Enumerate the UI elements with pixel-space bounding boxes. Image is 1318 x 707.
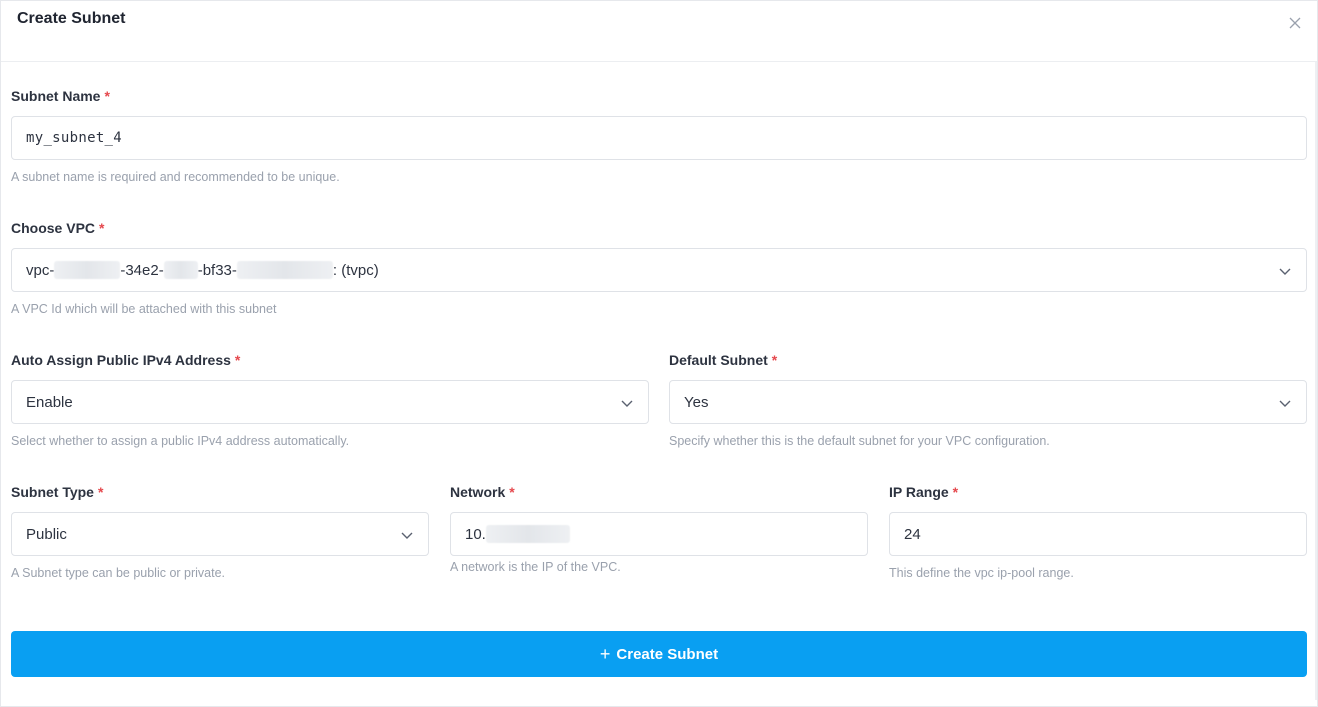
chevron-down-icon [1279, 400, 1291, 407]
required-mark: * [97, 484, 104, 500]
ip-range-label: IP Range * [889, 484, 959, 500]
subnet-name-field: Subnet Name * my_subnet_4 A subnet name i… [11, 86, 1307, 184]
create-subnet-button-label: Create Subnet [616, 645, 719, 663]
subnet-name-value: my_subnet_4 [26, 130, 123, 146]
default-subnet-field: Default Subnet * Yes Specify whether this… [669, 350, 1307, 448]
network-input[interactable]: 10. [450, 512, 868, 556]
auto-assign-label: Auto Assign Public IPv4 Address * [11, 352, 241, 368]
vpc-value-part-2: -34e2- [120, 261, 164, 279]
subnet-type-select[interactable]: Public [11, 512, 429, 556]
ip-range-input[interactable]: 24 [889, 512, 1307, 556]
vpc-select[interactable]: vpc- -34e2- -bf33- : (tvpc) [11, 248, 1307, 292]
ip-range-value: 24 [904, 525, 921, 543]
redacted-block [485, 525, 570, 543]
vpc-field: Choose VPC * vpc- -34e2- -bf33- : (tvpc) … [11, 218, 1307, 316]
required-mark: * [99, 220, 105, 236]
vpc-label: Choose VPC * [11, 220, 105, 236]
vpc-value-part-1: vpc- [26, 261, 55, 279]
default-subnet-label: Default Subnet * [669, 352, 778, 368]
default-subnet-help: Specify whether this is the default subn… [669, 434, 1050, 448]
subnet-name-input[interactable]: my_subnet_4 [11, 116, 1307, 160]
modal-header: Create Subnet [1, 1, 1317, 62]
close-icon[interactable] [1287, 15, 1303, 31]
redacted-block [163, 261, 198, 279]
auto-assign-select[interactable]: Enable [11, 380, 649, 424]
required-mark: * [509, 484, 515, 500]
network-label: Network * [450, 484, 515, 500]
subnet-type-label: Subnet Type * [11, 484, 104, 500]
default-subnet-select[interactable]: Yes [669, 380, 1307, 424]
redacted-block [54, 261, 121, 279]
auto-assign-value: Enable [26, 393, 73, 411]
plus-icon: + [599, 644, 611, 664]
scrollbar[interactable] [1315, 62, 1317, 700]
ip-range-help: This define the vpc ip-pool range. [889, 566, 1074, 580]
subnet-type-help: A Subnet type can be public or private. [11, 566, 226, 580]
chevron-down-icon [1279, 268, 1291, 275]
subnet-type-field: Subnet Type * Public A Subnet type can be… [11, 482, 429, 580]
subnet-name-label: Subnet Name * [11, 88, 110, 104]
required-mark: * [771, 352, 778, 368]
create-subnet-modal: Create Subnet Subnet Name * my_subnet_4 A… [0, 0, 1318, 707]
create-subnet-button[interactable]: + Create Subnet [11, 631, 1307, 677]
redacted-block [236, 261, 333, 279]
network-help: A network is the IP of the VPC. [450, 560, 621, 574]
network-field: Network * 10. A network is the IP of the … [450, 482, 868, 574]
default-subnet-value: Yes [684, 393, 709, 411]
network-value: 10. [465, 525, 486, 543]
chevron-down-icon [621, 400, 633, 407]
subnet-name-help: A subnet name is required and recommende… [11, 170, 340, 184]
required-mark: * [952, 484, 959, 500]
auto-assign-field: Auto Assign Public IPv4 Address * Enable … [11, 350, 649, 448]
subnet-type-value: Public [26, 525, 67, 543]
ip-range-field: IP Range * 24 This define the vpc ip-pool… [889, 482, 1307, 580]
chevron-down-icon [401, 532, 413, 539]
vpc-value-part-4: : (tvpc) [332, 261, 379, 279]
vpc-help: A VPC Id which will be attached with thi… [11, 302, 277, 316]
vpc-value-part-3: -bf33- [197, 261, 237, 279]
required-mark: * [234, 352, 241, 368]
required-mark: * [104, 88, 110, 104]
modal-title: Create Subnet [17, 10, 126, 27]
auto-assign-help: Select whether to assign a public IPv4 a… [11, 434, 350, 448]
